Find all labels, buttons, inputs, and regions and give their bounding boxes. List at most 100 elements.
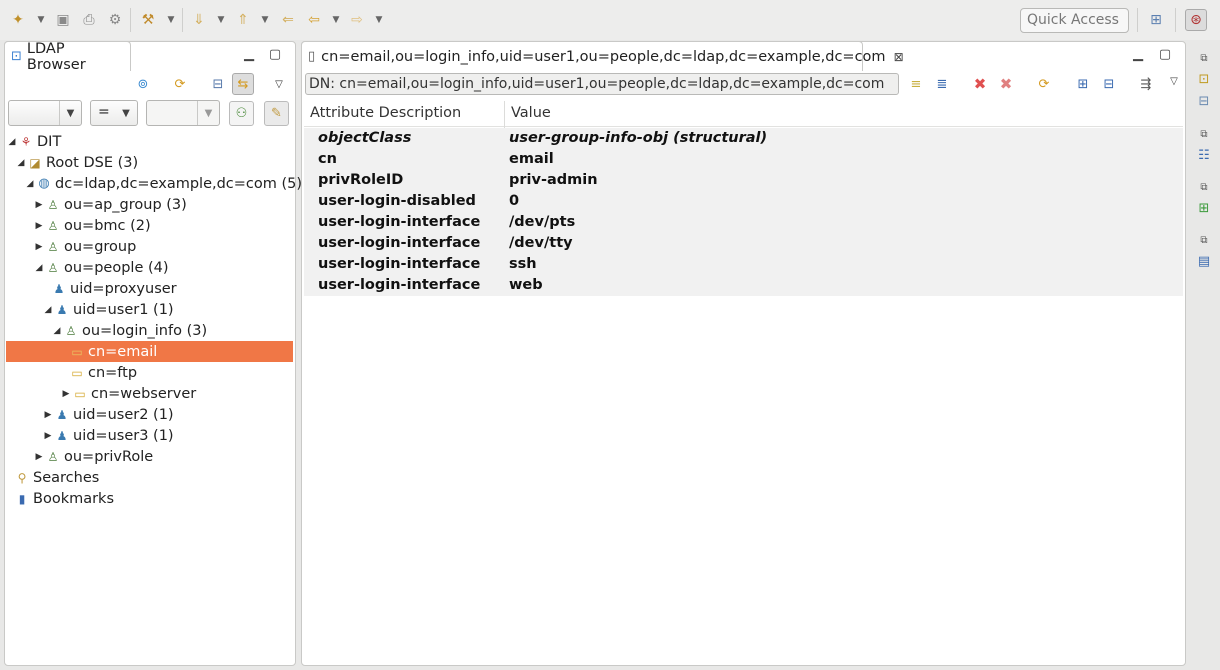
link-with-editor-icon[interactable]: ⇆ <box>232 73 254 95</box>
tree-item-ou-ap-group[interactable]: ▶ ♙ ou=ap_group (3) <box>33 194 187 215</box>
connections-view-icon[interactable]: ⊡ <box>1195 70 1213 88</box>
tree-item-dit[interactable]: ◢ ⚘ DIT <box>6 131 62 152</box>
outline-view-icon[interactable]: ☷ <box>1195 146 1213 164</box>
filter-value-combo[interactable]: ▼ <box>146 100 220 126</box>
search-connection-icon[interactable]: ⊚ <box>134 75 152 93</box>
collapse-all-icon[interactable]: ⊟ <box>1100 75 1118 93</box>
collapse-toggle-icon[interactable]: ▶ <box>42 431 54 441</box>
minimize-icon[interactable]: ▁ <box>242 47 256 62</box>
quick-filter-icon[interactable]: ⇶ <box>1137 75 1155 93</box>
restore-icon[interactable]: ⧉ <box>1195 178 1213 196</box>
table-cell-value[interactable]: 0 <box>509 191 519 212</box>
close-icon[interactable]: ⊠ <box>894 50 904 64</box>
tree-item-searches[interactable]: ⚲ Searches <box>14 467 100 488</box>
gear-icon[interactable]: ⚙ <box>106 11 124 29</box>
table-cell-attribute[interactable]: user-login-interface <box>318 275 480 296</box>
new-icon[interactable]: ✦ <box>9 11 27 29</box>
table-cell-value[interactable]: email <box>509 149 554 170</box>
expand-toggle-icon[interactable]: ◢ <box>42 305 54 315</box>
filter-operator-combo[interactable]: = ▼ <box>90 100 138 126</box>
expand-all-icon[interactable]: ⊞ <box>1074 75 1092 93</box>
tree-item-ou-privrole[interactable]: ▶ ♙ ou=privRole <box>33 446 154 467</box>
tree-item-base-dn[interactable]: ◢ ◍ dc=ldap,dc=example,dc=com (5) <box>24 173 303 194</box>
wand-dropdown-arrow[interactable]: ▼ <box>166 15 176 25</box>
expand-toggle-icon[interactable]: ◢ <box>15 158 27 168</box>
ldap-perspective-icon[interactable]: ⊛ <box>1185 9 1207 31</box>
dn-field[interactable]: DN: cn=email,ou=login_info,uid=user1,ou=… <box>305 73 899 95</box>
new-attribute-icon[interactable]: ≡ <box>907 75 925 93</box>
collapse-all-icon[interactable]: ⊟ <box>209 75 227 93</box>
print-icon[interactable]: ⎙ <box>80 11 98 29</box>
forward-dropdown-arrow[interactable]: ▼ <box>374 15 384 25</box>
view-menu-icon[interactable]: ▽ <box>1165 72 1183 90</box>
tree-item-ou-login-info[interactable]: ◢ ♙ ou=login_info (3) <box>51 320 208 341</box>
table-cell-attribute[interactable]: user-login-interface <box>318 212 480 233</box>
table-cell-attribute[interactable]: user-login-disabled <box>318 191 476 212</box>
apply-filter-icon[interactable]: ⚇ <box>229 101 254 126</box>
table-cell-value[interactable]: /dev/pts <box>509 212 575 233</box>
expand-toggle-icon[interactable]: ◢ <box>24 179 36 189</box>
tree-item-uid-user3[interactable]: ▶ ♟ uid=user3 (1) <box>42 425 174 446</box>
minimize-icon[interactable]: ▁ <box>1131 47 1145 62</box>
tree-item-ou-bmc[interactable]: ▶ ♙ ou=bmc (2) <box>33 215 151 236</box>
forward-icon[interactable]: ⇨ <box>348 11 366 29</box>
collapse-toggle-icon[interactable]: ▶ <box>33 452 45 462</box>
table-cell-attribute[interactable]: objectClass <box>318 128 411 149</box>
tree-item-cn-email[interactable]: ▭ cn=email <box>69 341 157 362</box>
last-edit-icon[interactable]: ⇐ <box>279 11 297 29</box>
table-cell-attribute[interactable]: privRoleID <box>318 170 403 191</box>
expand-toggle-icon[interactable]: ◢ <box>51 326 63 336</box>
prev-annotation-icon[interactable]: ⇑ <box>234 11 252 29</box>
back-icon[interactable]: ⇦ <box>305 11 323 29</box>
column-header-attribute[interactable]: Attribute Description <box>304 100 504 127</box>
back-dropdown-arrow[interactable]: ▼ <box>331 15 341 25</box>
tree-item-bookmarks[interactable]: ▮ Bookmarks <box>14 488 114 509</box>
restore-icon[interactable]: ⧉ <box>1195 49 1213 67</box>
prev-annotation-dropdown[interactable]: ▼ <box>260 15 270 25</box>
table-cell-value[interactable]: user-group-info-obj (structural) <box>509 128 767 149</box>
refresh-icon[interactable]: ⟳ <box>171 75 189 93</box>
next-annotation-dropdown[interactable]: ▼ <box>216 15 226 25</box>
console-view-icon[interactable]: ▤ <box>1195 252 1213 270</box>
maximize-icon[interactable]: ▢ <box>1158 47 1172 62</box>
delete-icon[interactable]: ✖ <box>971 75 989 93</box>
tree-item-uid-user1[interactable]: ◢ ♟ uid=user1 (1) <box>42 299 174 320</box>
next-annotation-icon[interactable]: ⇓ <box>190 11 208 29</box>
schema-view-icon[interactable]: ⊟ <box>1195 92 1213 110</box>
tree-item-root-dse[interactable]: ◢ ◪ Root DSE (3) <box>15 152 139 173</box>
table-cell-value[interactable]: ssh <box>509 254 537 275</box>
tree-item-uid-user2[interactable]: ▶ ♟ uid=user2 (1) <box>42 404 174 425</box>
filter-attribute-combo[interactable]: ▼ <box>8 100 82 126</box>
tree-item-cn-ftp[interactable]: ▭ cn=ftp <box>69 362 137 383</box>
new-value-icon[interactable]: ≣ <box>933 75 951 93</box>
expand-toggle-icon[interactable]: ◢ <box>33 263 45 273</box>
table-cell-attribute[interactable]: cn <box>318 149 337 170</box>
collapse-toggle-icon[interactable]: ▶ <box>33 200 45 210</box>
wand-icon[interactable]: ⚒ <box>139 11 157 29</box>
save-icon[interactable]: ▣ <box>54 11 72 29</box>
collapse-toggle-icon[interactable]: ▶ <box>60 389 72 399</box>
quick-access-field[interactable]: Quick Access <box>1020 8 1129 33</box>
tree-item-uid-proxyuser[interactable]: ♟ uid=proxyuser <box>51 278 177 299</box>
tree-item-ou-group[interactable]: ▶ ♙ ou=group <box>33 236 137 257</box>
table-cell-value[interactable]: web <box>509 275 543 296</box>
view-menu-icon[interactable]: ▽ <box>270 75 288 93</box>
progress-view-icon[interactable]: ⊞ <box>1195 199 1213 217</box>
table-cell-attribute[interactable]: user-login-interface <box>318 233 480 254</box>
table-cell-value[interactable]: /dev/tty <box>509 233 573 254</box>
table-cell-attribute[interactable]: user-login-interface <box>318 254 480 275</box>
tab-entry-editor[interactable]: ▯ cn=email,ou=login_info,uid=user1,ou=pe… <box>301 41 904 71</box>
maximize-icon[interactable]: ▢ <box>268 47 282 62</box>
restore-icon[interactable]: ⧉ <box>1195 125 1213 143</box>
tree-item-cn-webserver[interactable]: ▶ ▭ cn=webserver <box>60 383 197 404</box>
refresh-icon[interactable]: ⟳ <box>1035 75 1053 93</box>
clear-filter-icon[interactable]: ✎ <box>264 101 289 126</box>
delete-all-icon[interactable]: ✖ <box>997 75 1015 93</box>
table-cell-value[interactable]: priv-admin <box>509 170 598 191</box>
expand-toggle-icon[interactable]: ◢ <box>6 137 18 147</box>
tree-item-ou-people[interactable]: ◢ ♙ ou=people (4) <box>33 257 169 278</box>
restore-icon[interactable]: ⧉ <box>1195 231 1213 249</box>
column-header-value[interactable]: Value <box>505 100 551 127</box>
collapse-toggle-icon[interactable]: ▶ <box>42 410 54 420</box>
tab-ldap-browser[interactable]: ⊡ LDAP Browser <box>4 41 131 73</box>
